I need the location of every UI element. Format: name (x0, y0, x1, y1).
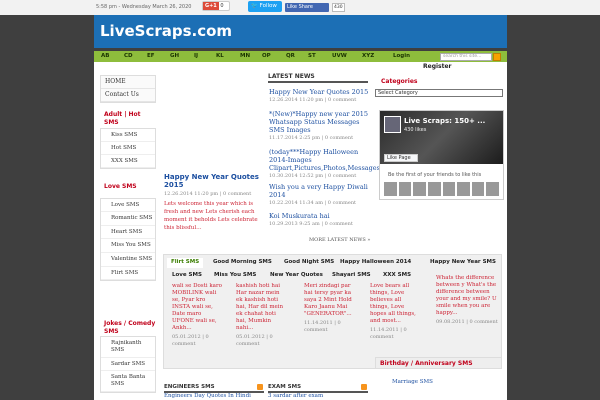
nav-uvw[interactable]: UVW (332, 53, 347, 59)
gplus-button[interactable]: G+1 0 (202, 1, 230, 11)
jokes-list: Rajnikanth SMS Sardar SMS Santa Banta SM… (100, 336, 156, 393)
latest-item[interactable]: *(New)*Happy new year 2015 Whatsapp Stat… (269, 110, 369, 141)
engineers-item[interactable]: Engineers Day Quotes In Hindi (164, 393, 251, 399)
facebook-like-button[interactable]: Like Share (285, 3, 329, 12)
nav-xyz[interactable]: XYZ (362, 53, 374, 59)
list-item[interactable]: Santa Banta SMS (101, 371, 155, 392)
list-item[interactable]: Rajnikanth SMS (101, 337, 155, 358)
nav-ef[interactable]: EF (147, 53, 155, 59)
latest-item[interactable]: Koi Muskurata hai 10.29.2013 9:25 am | 0 … (269, 212, 369, 227)
latest-news-heading: LATEST NEWS (268, 73, 368, 83)
list-item[interactable]: Hot SMS (101, 142, 155, 155)
birthday-heading[interactable]: Birthday / Anniversary SMS (375, 357, 502, 369)
nav-ab[interactable]: AB (101, 53, 109, 59)
sms-tabs: Flirt SMS Good Morning SMS Good Night SM… (163, 254, 502, 369)
section-jokes-title[interactable]: Jokes / Comedy SMS (104, 320, 156, 336)
search-button[interactable] (493, 53, 501, 61)
facebook-widget: Live Scraps: 150+ ... 430 likes Like Pag… (379, 110, 504, 200)
tab-flirt[interactable]: Flirt SMS (167, 258, 204, 268)
fb-friends-text: Be the first of your friends to like thi… (388, 172, 482, 178)
list-item[interactable]: Romantic SMS (101, 212, 155, 226)
exam-heading[interactable]: EXAM SMS (268, 384, 368, 393)
section-adult-title[interactable]: Adult | Hot SMS (104, 111, 154, 127)
search-input[interactable]: search this site... (440, 53, 492, 61)
tab-good-night[interactable]: Good Night SMS (280, 258, 338, 268)
menu-home[interactable]: HOME (101, 76, 155, 89)
latest-item[interactable]: Happy New Year Quotes 2015 12.26.2014 11:… (269, 88, 369, 103)
tab-post[interactable]: Love bears all things, Love believes all… (370, 283, 420, 341)
rss-icon[interactable] (257, 384, 263, 390)
tab-post[interactable]: Whats the difference between y What's th… (436, 275, 498, 326)
nav-mn[interactable]: MN (240, 53, 250, 59)
list-item[interactable]: Valentine SMS (101, 253, 155, 267)
nav-op[interactable]: OP (262, 53, 271, 59)
more-news-link[interactable]: MORE LATEST NEWS » (309, 237, 370, 243)
subtab-love[interactable]: Love SMS (172, 272, 202, 278)
tab-post[interactable]: Meri zindagi par hai tersy pyar ka saya … (304, 283, 354, 334)
top-bar: 5:58 pm - Wednesday March 26, 2020 G+1 0… (0, 0, 600, 15)
exam-item[interactable]: 3 sardar after exam (268, 393, 323, 399)
categories-title: Categories (381, 78, 418, 85)
menu-contact[interactable]: Contact Us (101, 89, 155, 102)
nav-qr[interactable]: QR (286, 53, 295, 59)
tab-halloween[interactable]: Happy Halloween 2014 (336, 258, 415, 268)
featured-excerpt: Lets welcome this year which is fresh an… (164, 201, 258, 231)
site-header: LiveScraps.com (94, 15, 507, 48)
subtab-xxx[interactable]: XXX SMS (383, 272, 411, 278)
twitter-follow-button[interactable]: 🐦 Follow (248, 1, 282, 12)
list-item[interactable]: Flirt SMS (101, 267, 155, 280)
section-love-title[interactable]: Love SMS (104, 183, 137, 190)
nav-ij[interactable]: IJ (194, 53, 198, 59)
nav-gh[interactable]: GH (170, 53, 179, 59)
nav-login[interactable]: Login (393, 53, 410, 59)
tab-good-morning[interactable]: Good Morning SMS (209, 258, 276, 268)
nav-cd[interactable]: CD (124, 53, 133, 59)
nav-kl[interactable]: KL (216, 53, 224, 59)
adult-list: Kiss SMS Hot SMS XXX SMS (100, 128, 156, 169)
date-text: 5:58 pm - Wednesday March 26, 2020 (96, 4, 192, 10)
fb-faces (384, 182, 499, 196)
facebook-count: 430 (332, 3, 345, 12)
featured-meta: 12.26.2014 11:20 pm | 0 comment (164, 191, 252, 197)
category-select[interactable]: Select Category (375, 89, 503, 97)
left-menu: HOME Contact Us (100, 75, 156, 103)
list-item[interactable]: Kiss SMS (101, 129, 155, 142)
list-item[interactable]: Heart SMS (101, 226, 155, 239)
rss-icon[interactable] (361, 384, 367, 390)
featured-title[interactable]: Happy New Year Quotes 2015 (164, 173, 264, 189)
list-item[interactable]: Love SMS (101, 199, 155, 212)
subtab-new-year-quotes[interactable]: New Year Quotes (270, 272, 323, 278)
list-item[interactable]: Sardar SMS (101, 358, 155, 371)
list-item[interactable]: Miss You SMS (101, 239, 155, 253)
tab-new-year[interactable]: Happy New Year SMS (426, 258, 500, 268)
list-item[interactable]: XXX SMS (101, 155, 155, 168)
nav-st[interactable]: ST (308, 53, 316, 59)
subtab-miss-you[interactable]: Miss You SMS (214, 272, 256, 278)
birthday-item[interactable]: Marriage SMS (392, 379, 433, 385)
fb-avatar[interactable] (384, 116, 401, 133)
featured-post: Happy New Year Quotes 2015 12.26.2014 11… (164, 173, 264, 232)
register-link[interactable]: Register (423, 63, 452, 70)
latest-item[interactable]: Wish you a very Happy Diwali 2014 10.22.2… (269, 183, 369, 206)
tab-post[interactable]: wali se Dosti karo MOBILINK wali se, Pya… (172, 283, 222, 348)
site-logo[interactable]: LiveScraps.com (100, 22, 232, 40)
tab-post[interactable]: kashish hoti hai Har nazar mein ek kashi… (236, 283, 286, 348)
latest-item[interactable]: (today***Happy Halloween 2014-Images Cli… (269, 148, 382, 179)
love-list: Love SMS Romantic SMS Heart SMS Miss You… (100, 198, 156, 281)
fb-page-name[interactable]: Live Scraps: 150+ ... (404, 117, 485, 125)
fb-like-page-button[interactable]: Like Page (384, 154, 418, 162)
fb-likes: 430 likes (404, 127, 427, 133)
engineers-heading[interactable]: ENGINEERS SMS (164, 384, 264, 393)
subtab-shayari[interactable]: Shayari SMS (332, 272, 371, 278)
